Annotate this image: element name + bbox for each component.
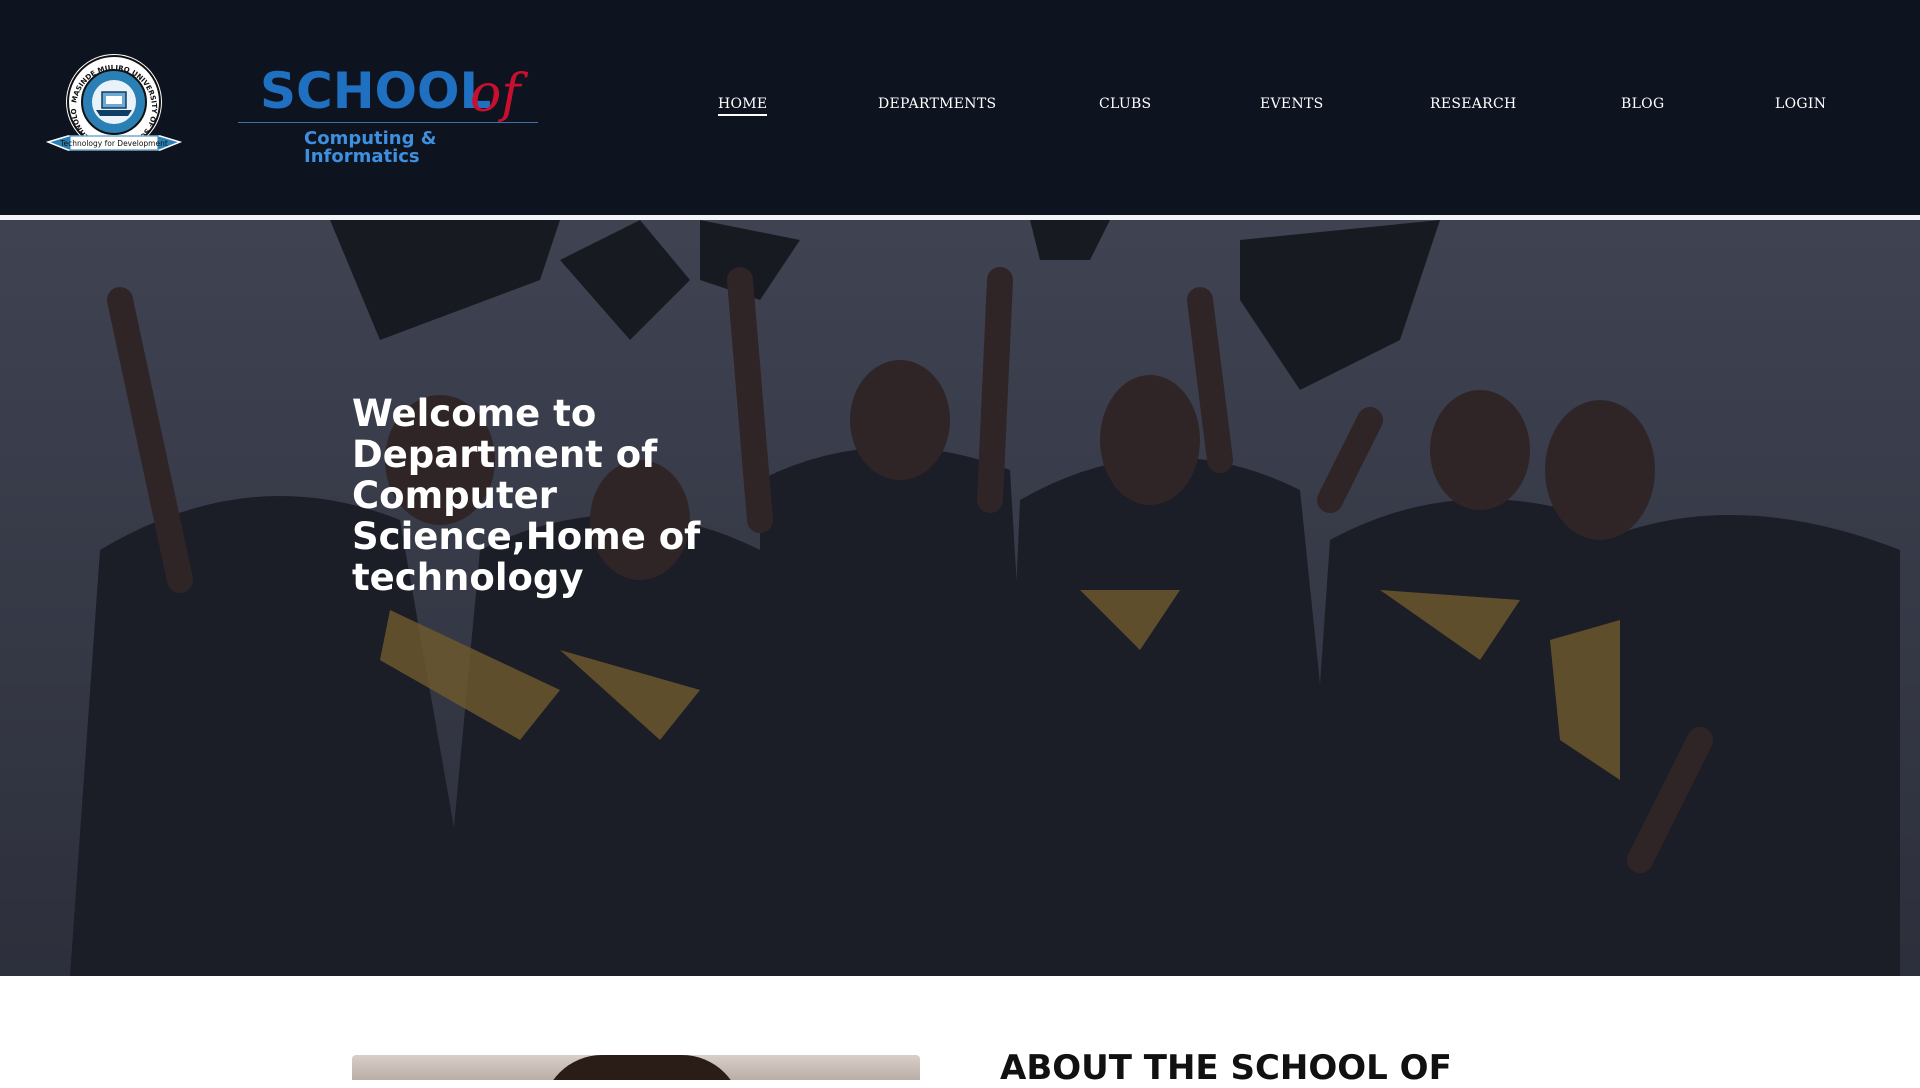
hero-overlay — [0, 220, 1920, 976]
nav-home[interactable]: HOME — [718, 96, 768, 116]
about-photo-subject — [542, 1055, 742, 1080]
hero-banner: Welcome to Department of Computer Scienc… — [0, 220, 1920, 976]
hero-title: Welcome to Department of Computer Scienc… — [352, 392, 701, 599]
seal-motto: Technology for Development — [59, 139, 168, 148]
site-header: MASINDE MULIRO UNIVERSITY OF SCIENCE AND… — [0, 0, 1920, 215]
nav-blog[interactable]: BLOG — [1621, 96, 1664, 112]
logo-divider — [238, 122, 538, 123]
nav-login[interactable]: LOGIN — [1775, 96, 1826, 112]
about-photo — [352, 1055, 920, 1080]
about-heading: ABOUT THE SCHOOL OF — [1000, 1048, 1452, 1088]
nav-events[interactable]: EVENTS — [1260, 96, 1324, 112]
nav-clubs[interactable]: CLUBS — [1099, 96, 1151, 112]
main-nav: HOME DEPARTMENTS CLUBS EVENTS RESEARCH B… — [0, 96, 1920, 120]
nav-research[interactable]: RESEARCH — [1430, 96, 1517, 112]
nav-departments[interactable]: DEPARTMENTS — [878, 96, 996, 112]
logo-subtitle: Computing & Informatics — [304, 128, 437, 167]
